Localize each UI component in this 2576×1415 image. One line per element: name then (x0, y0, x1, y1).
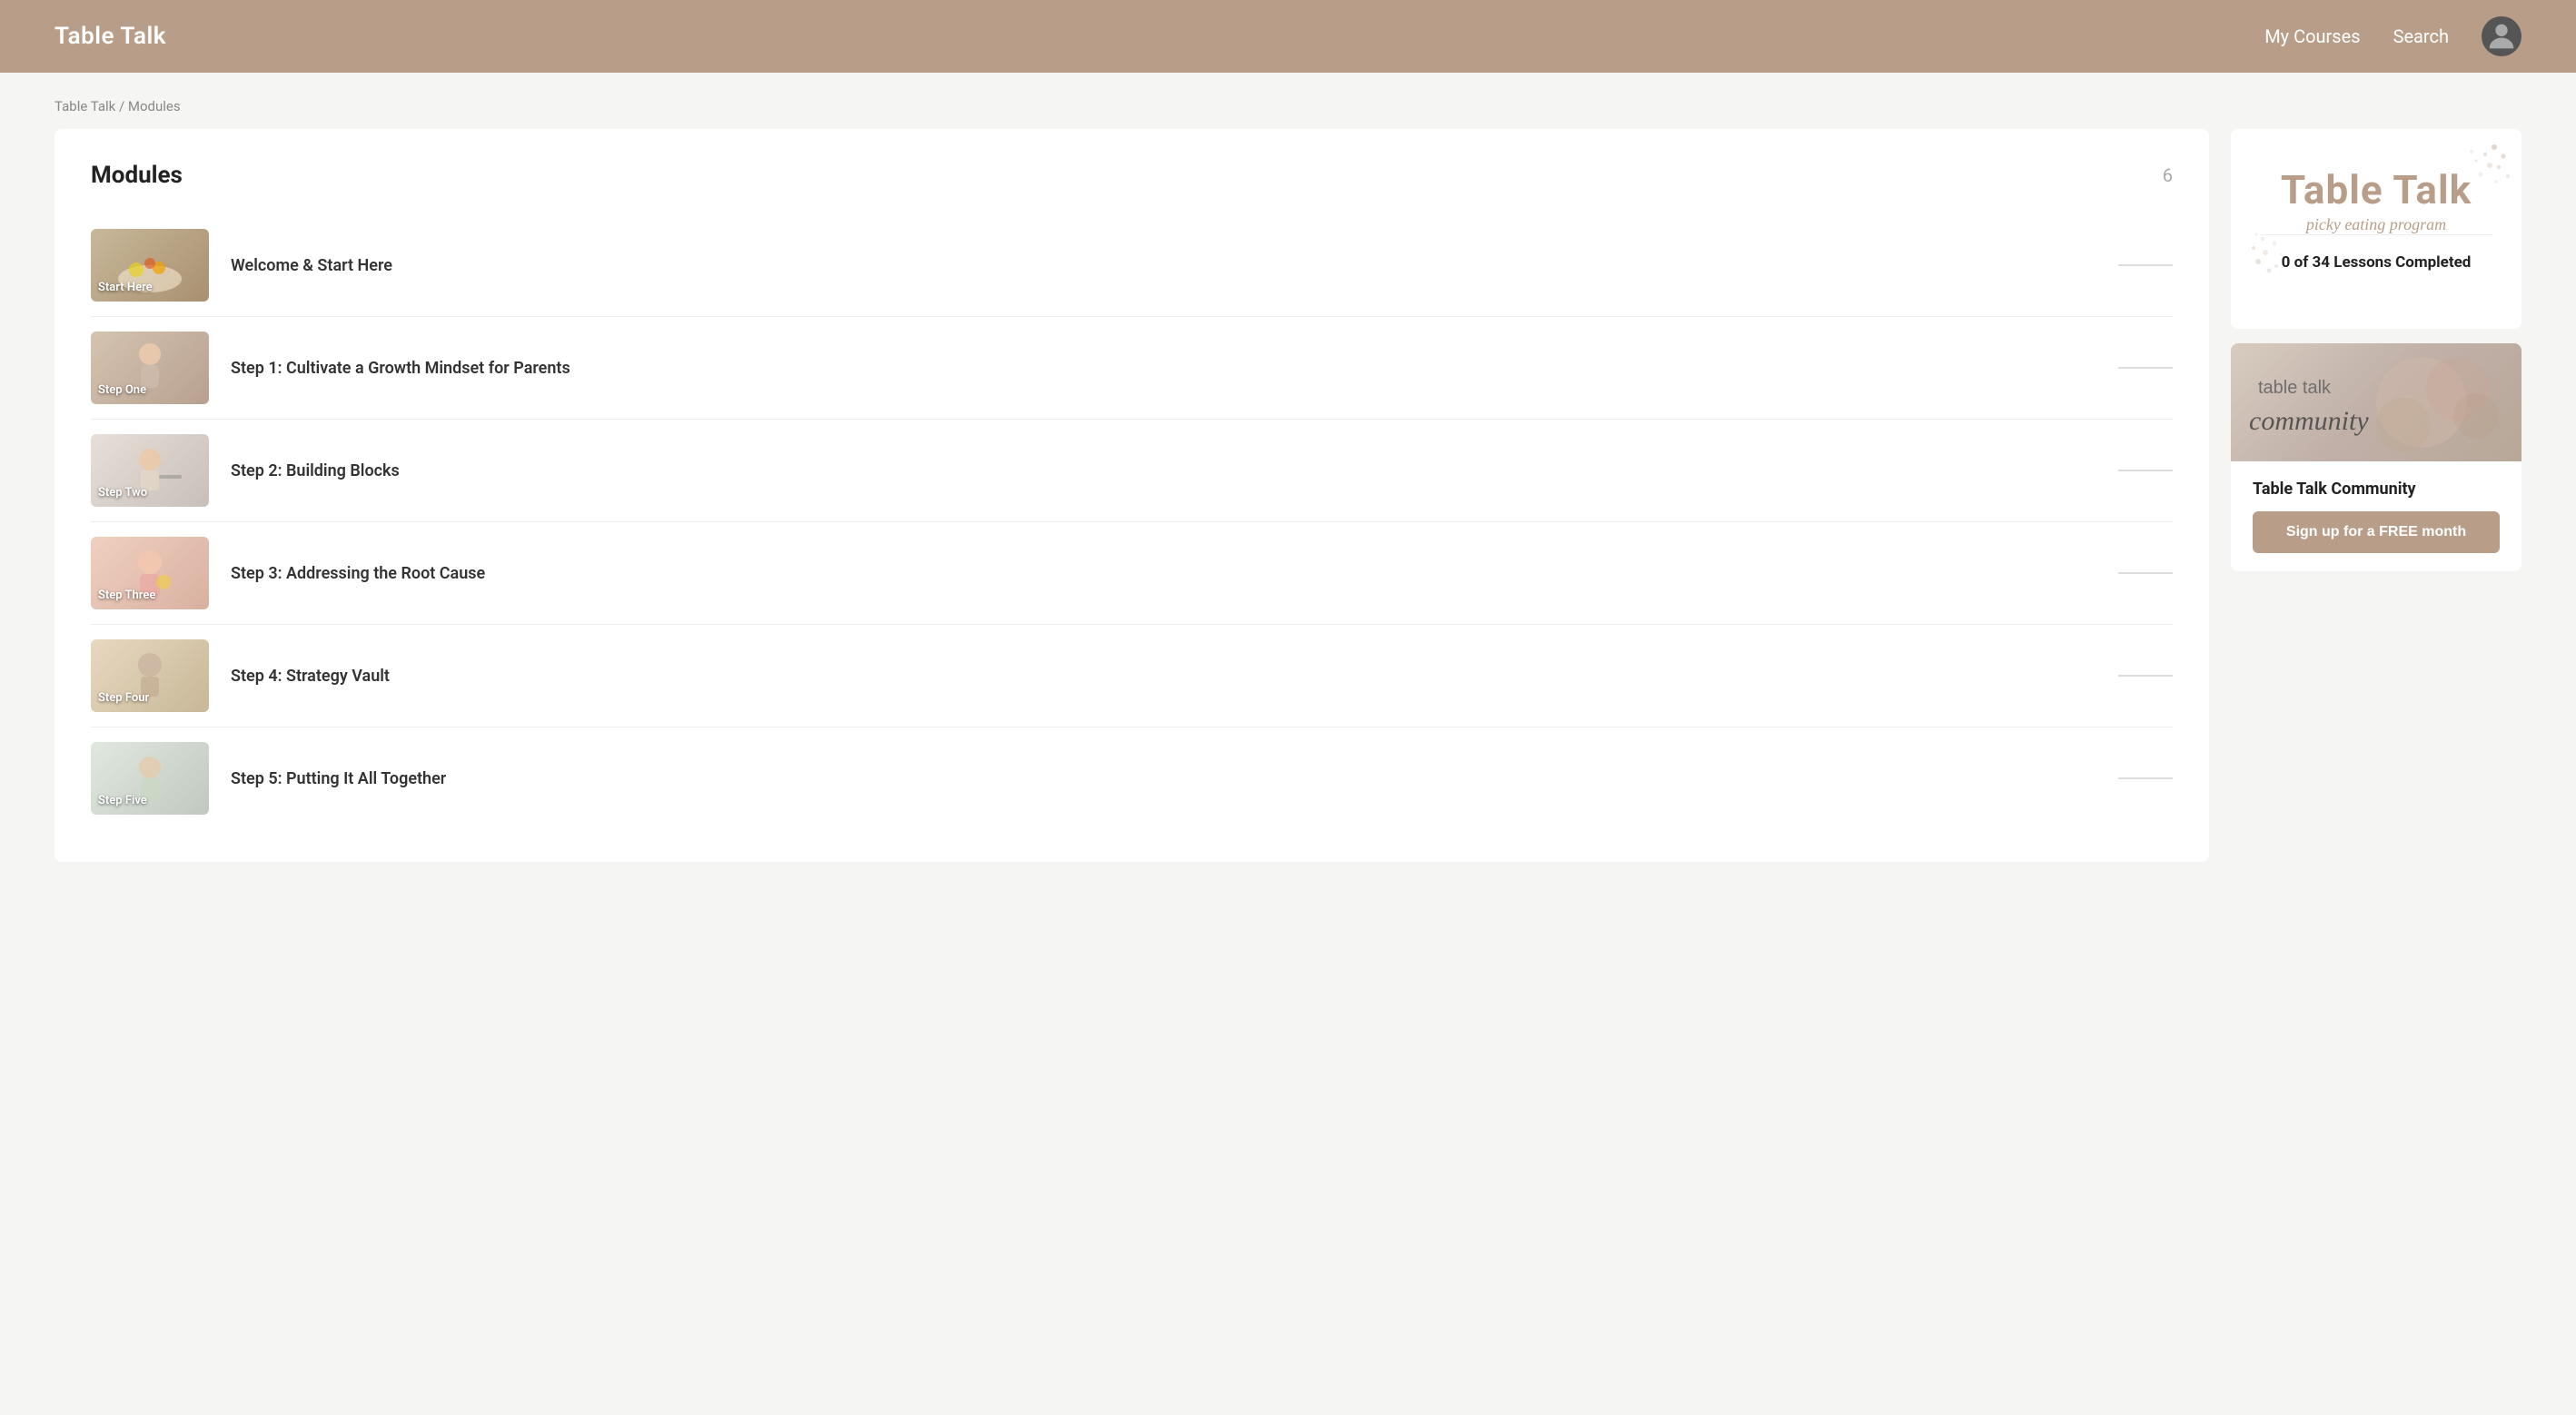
module-list: Start Here Welcome & Start Here Step One… (91, 214, 2173, 829)
community-image-svg: table talk community (2240, 343, 2512, 461)
svg-text:table talk: table talk (2258, 378, 2332, 398)
module-thumbnail-label-welcome: Start Here (98, 281, 153, 294)
module-thumbnail-step5: Step Five (91, 742, 209, 815)
header: Table Talk My Courses Search (0, 0, 2576, 73)
breadcrumb: Table Talk / Modules (0, 73, 2576, 129)
module-divider-step2 (2118, 470, 2173, 471)
main-content: Modules 6 Start Here Welcome & Start Her… (0, 129, 2576, 916)
module-name-step4: Step 4: Strategy Vault (231, 667, 2096, 686)
breadcrumb-root[interactable]: Table Talk (54, 98, 115, 114)
sidebar: Table Talk picky eating program 0 of 34 … (2231, 129, 2522, 571)
modules-header: Modules 6 (91, 162, 2173, 189)
module-divider-welcome (2118, 264, 2173, 266)
logo-card: Table Talk picky eating program 0 of 34 … (2231, 129, 2522, 329)
module-thumbnail-step3: Step Three (91, 537, 209, 609)
module-thumbnail-label-step5: Step Five (98, 794, 147, 807)
modules-title: Modules (91, 162, 183, 189)
module-divider-step1 (2118, 367, 2173, 369)
module-name-step5: Step 5: Putting It All Together (231, 769, 2096, 788)
search-link[interactable]: Search (2393, 25, 2449, 47)
module-item-step5[interactable]: Step Five Step 5: Putting It All Togethe… (91, 727, 2173, 829)
user-avatar[interactable] (2482, 16, 2522, 56)
community-image: table talk community (2231, 343, 2522, 461)
community-body: Table Talk Community Sign up for a FREE … (2231, 461, 2522, 571)
module-item-step1[interactable]: Step One Step 1: Cultivate a Growth Mind… (91, 317, 2173, 420)
header-nav: My Courses Search (2264, 16, 2522, 56)
module-name-step2: Step 2: Building Blocks (231, 461, 2096, 480)
module-divider-step5 (2118, 777, 2173, 779)
community-card: table talk community Table Talk Communit… (2231, 343, 2522, 571)
modules-count: 6 (2163, 164, 2173, 186)
module-divider-step3 (2118, 572, 2173, 574)
module-thumbnail-label-step4: Step Four (98, 691, 149, 705)
module-thumbnail-label-step1: Step One (98, 383, 146, 397)
module-thumbnail-welcome: Start Here (91, 229, 209, 302)
module-divider-step4 (2118, 675, 2173, 677)
module-item-step4[interactable]: Step Four Step 4: Strategy Vault (91, 625, 2173, 727)
module-thumbnail-step4: Step Four (91, 639, 209, 712)
decoration-dots-bottom (2249, 216, 2340, 283)
module-name-step3: Step 3: Addressing the Root Cause (231, 564, 2096, 583)
my-courses-link[interactable]: My Courses (2264, 25, 2360, 47)
module-thumbnail-label-step3: Step Three (98, 589, 155, 602)
breadcrumb-separator: / (115, 98, 128, 114)
community-title: Table Talk Community (2253, 480, 2500, 499)
module-item-step3[interactable]: Step Three Step 3: Addressing the Root C… (91, 522, 2173, 625)
decoration-dots-top (2422, 138, 2512, 205)
module-thumbnail-step1: Step One (91, 331, 209, 404)
module-item-welcome[interactable]: Start Here Welcome & Start Here (91, 214, 2173, 317)
signup-button[interactable]: Sign up for a FREE month (2253, 511, 2500, 553)
module-thumbnail-step2: Step Two (91, 434, 209, 507)
module-name-step1: Step 1: Cultivate a Growth Mindset for P… (231, 359, 2096, 378)
breadcrumb-current: Modules (128, 98, 181, 114)
modules-panel: Modules 6 Start Here Welcome & Start Her… (54, 129, 2209, 862)
site-logo[interactable]: Table Talk (54, 23, 166, 50)
module-name-welcome: Welcome & Start Here (231, 256, 2096, 275)
module-item-step2[interactable]: Step Two Step 2: Building Blocks (91, 420, 2173, 522)
module-thumbnail-label-step2: Step Two (98, 486, 147, 500)
svg-text:community: community (2249, 406, 2369, 436)
